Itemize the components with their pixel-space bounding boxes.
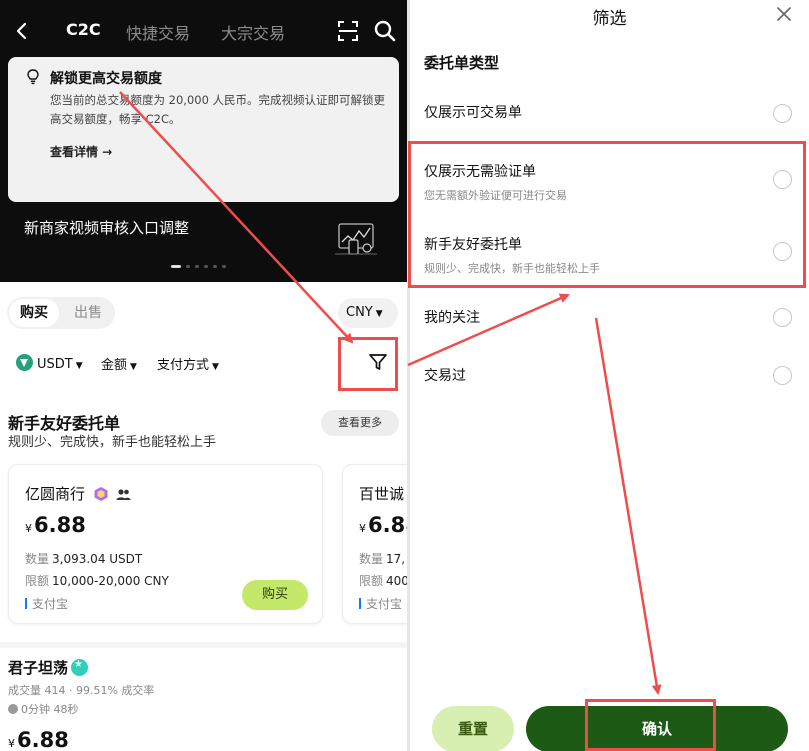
highlight-box-options: [408, 141, 806, 288]
coin-filter-label: USDT: [37, 357, 73, 372]
scan-icon[interactable]: [337, 20, 359, 42]
ad-card[interactable]: 百世诚 ¥6.88 数量17, 限额400 支付宝: [342, 464, 407, 624]
quantity-row: 数量 17,: [359, 550, 405, 567]
price: ¥6.88: [25, 513, 86, 537]
merchant-name-text: 亿圆商行: [25, 485, 86, 503]
chevron-down-icon: ▼: [375, 309, 383, 319]
star-badge-icon: [71, 659, 89, 676]
release-time-text: 0分钟 48秒: [21, 703, 79, 716]
currency-symbol: ¥: [359, 522, 366, 535]
highlight-box-filter: [338, 337, 398, 391]
search-icon[interactable]: [373, 19, 397, 43]
sheet-title: 筛选: [592, 9, 627, 29]
banner-text[interactable]: 新商家视频审核入口调整: [24, 217, 189, 238]
merchant-name[interactable]: 君子坦荡: [8, 657, 89, 678]
lightbulb-icon: [27, 69, 39, 85]
verified-merchant-icon: [94, 487, 108, 501]
payment-method: 支付宝: [25, 595, 68, 612]
limit-value: 10,000-20,000 CNY: [52, 574, 169, 588]
payment-method-label: 支付宝: [366, 597, 403, 611]
currency-symbol: ¥: [25, 522, 32, 535]
video-review-icon: [335, 223, 377, 255]
currency-symbol: ¥: [8, 737, 15, 750]
limit-row: 限额 400: [359, 572, 407, 589]
currency-value: CNY: [346, 305, 373, 320]
price: ¥6.88: [359, 513, 407, 537]
payment-filter-label: 支付方式: [157, 358, 210, 373]
option-tradable-only[interactable]: 仅展示可交易单: [424, 102, 804, 122]
section-divider: [0, 642, 407, 648]
option-traded-before[interactable]: 交易过: [424, 365, 804, 385]
coin-filter[interactable]: USDT ▼: [16, 354, 83, 372]
ad-card[interactable]: 亿圆商行 ¥6.88 数量 3,093.04 USDT 限额 10,000-20,0…: [8, 464, 323, 624]
quantity-row: 数量 3,093.04 USDT: [25, 550, 142, 567]
price-value: 6.88: [17, 728, 69, 751]
clock-icon: [8, 704, 18, 714]
sell-tab[interactable]: 出售: [65, 299, 111, 327]
amount-filter-label: 金额: [101, 358, 128, 373]
filter-sheet: 筛选 委托单类型 仅展示可交易单 仅展示无需验证单 您无需额外验证便可进行交易 …: [410, 0, 809, 751]
option-label: 我的关注: [424, 310, 480, 326]
hero-area: C2C 快捷交易 大宗交易 解锁更高交易额度 您当前的总交易额度为 20,000…: [0, 0, 407, 282]
buy-tab[interactable]: 购买: [9, 299, 59, 327]
payment-color-bar: [359, 598, 361, 609]
quantity-label: 数量: [25, 552, 50, 566]
close-icon[interactable]: [776, 6, 792, 22]
tab-quick-trade[interactable]: 快捷交易: [126, 20, 190, 44]
merchant-name[interactable]: 百世诚: [359, 483, 404, 504]
payment-method: 支付宝: [359, 595, 402, 612]
reset-button[interactable]: 重置: [432, 706, 514, 751]
option-label: 仅展示可交易单: [424, 105, 522, 121]
promo-card[interactable]: 解锁更高交易额度 您当前的总交易额度为 20,000 人民币。完成视频认证即可解…: [8, 57, 399, 202]
option-following[interactable]: 我的关注: [424, 307, 804, 327]
radio-following[interactable]: [773, 308, 792, 327]
merchant-name-text: 君子坦荡: [8, 659, 69, 677]
merchant-name[interactable]: 亿圆商行: [25, 483, 131, 504]
payment-color-bar: [25, 598, 27, 609]
amount-filter[interactable]: 金额 ▼: [101, 354, 137, 373]
section-subtitle: 规则少、完成快，新手也能轻松上手: [8, 435, 217, 450]
limit-label: 限额: [25, 574, 50, 588]
promo-title: 解锁更高交易额度: [50, 71, 162, 87]
buy-button[interactable]: 购买: [242, 580, 308, 610]
view-details-link[interactable]: 查看详情 →: [50, 143, 112, 160]
chevron-down-icon: ▼: [75, 361, 83, 371]
quantity-value: 3,093.04 USDT: [52, 552, 143, 566]
quantity-label: 数量: [359, 552, 384, 566]
radio-tradable-only[interactable]: [773, 104, 792, 123]
payment-filter[interactable]: 支付方式 ▼: [157, 354, 219, 373]
price-value: 6.88: [368, 513, 407, 537]
chevron-down-icon: ▼: [212, 362, 219, 372]
promo-body: 您当前的总交易额度为 20,000 人民币。完成视频认证即可解锁更高交易额度，畅…: [50, 93, 386, 126]
price: ¥6.88: [8, 728, 69, 751]
back-icon[interactable]: [12, 20, 32, 42]
radio-traded-before[interactable]: [773, 366, 792, 385]
tab-c2c[interactable]: C2C: [66, 20, 101, 39]
limit-row: 限额 10,000-20,000 CNY: [25, 572, 169, 589]
limit-value: 400: [386, 574, 407, 588]
merchant-stats: 成交量 414 · 99.51% 成交率: [8, 684, 155, 697]
payment-method-label: 支付宝: [32, 597, 69, 611]
option-label: 交易过: [424, 368, 466, 384]
tab-bulk-trade[interactable]: 大宗交易: [221, 20, 285, 44]
chevron-down-icon: ▼: [130, 362, 137, 372]
top-nav: C2C 快捷交易 大宗交易: [0, 0, 407, 62]
order-type-heading: 委托单类型: [424, 54, 500, 72]
quantity-value: 17,: [386, 552, 406, 566]
highlight-box-confirm: [585, 699, 716, 751]
limit-label: 限额: [359, 574, 384, 588]
buy-sell-toggle: 购买 出售: [7, 297, 115, 329]
see-more-button[interactable]: 查看更多: [321, 410, 399, 436]
currency-select[interactable]: CNY ▼: [338, 298, 398, 328]
usdt-icon: [16, 354, 33, 371]
price-value: 6.88: [34, 513, 86, 537]
people-icon: [116, 489, 131, 500]
release-time: 0分钟 48秒: [8, 701, 79, 717]
